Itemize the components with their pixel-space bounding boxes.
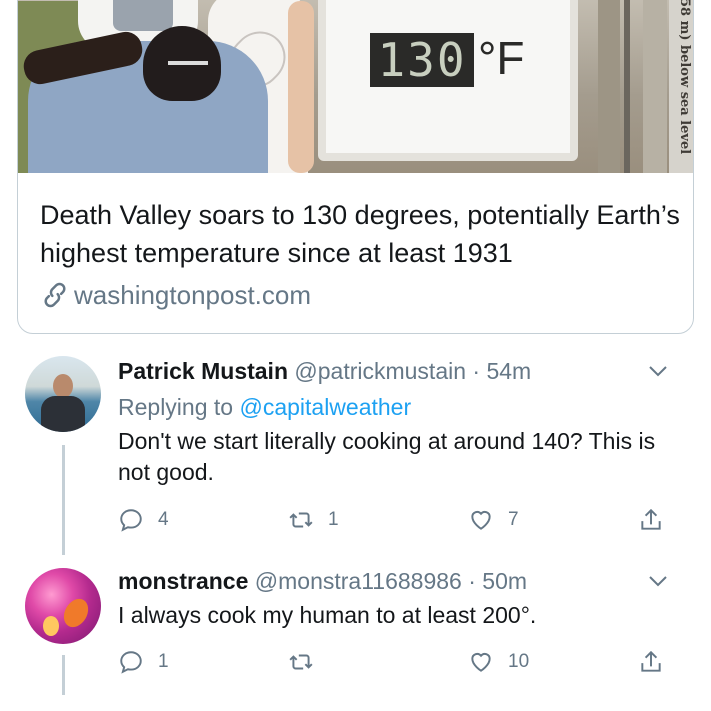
meta-separator: · [468,568,476,594]
author-name[interactable]: monstrance [118,568,248,594]
like-count: 10 [508,651,530,672]
avatar[interactable] [25,568,101,644]
retweet-button[interactable] [288,646,328,678]
tweet-text: I always cook my human to at least 200°. [118,602,537,628]
retweet-icon [289,654,313,670]
reply-tweet[interactable]: monstrance @monstra11688986 · 50m I alwa… [0,0,711,711]
avatar-petal [58,594,94,632]
tweet-actions: 1 10 [118,646,678,678]
share-button[interactable] [638,646,678,678]
thread-line [62,655,65,695]
heart-icon [471,652,491,672]
reply-button[interactable]: 1 [118,646,169,678]
avatar-petal [43,616,59,636]
like-button[interactable]: 10 [468,646,529,678]
author-handle[interactable]: @monstra11688986 [255,568,462,594]
reply-count: 1 [158,651,169,672]
reply-icon [120,651,142,674]
chevron-down-icon[interactable] [648,574,668,588]
tweet-time[interactable]: 50m [482,568,527,594]
share-icon [641,650,661,672]
